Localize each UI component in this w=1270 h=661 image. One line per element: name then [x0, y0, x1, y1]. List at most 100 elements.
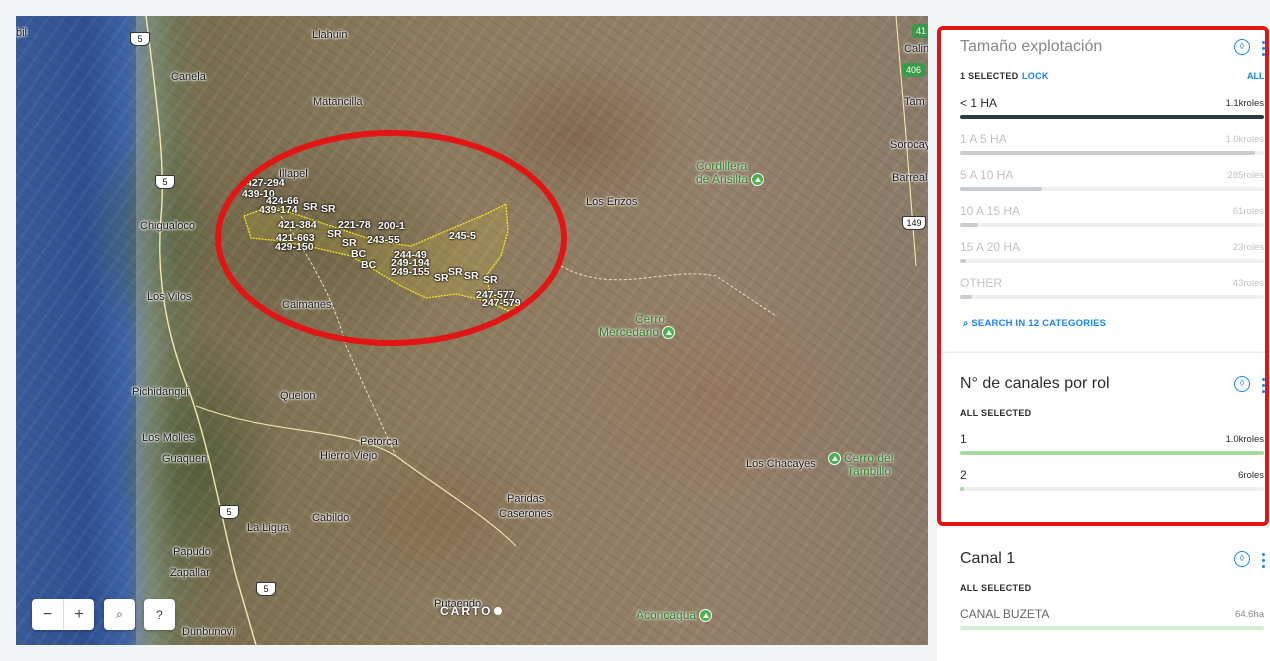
category-bar-track	[960, 223, 1264, 227]
search-button[interactable]: ⌕	[104, 599, 135, 630]
category-name: 5 A 10 HA	[960, 168, 1014, 182]
category-row[interactable]: < 1 HA 1.1kroles	[960, 96, 1264, 126]
color-by-icon[interactable]: ◊	[1234, 376, 1250, 392]
category-bar-track	[960, 451, 1264, 455]
widget-canal-1: Canal 1 ◊ ALL SELECTED CANAL BUZETA 64.6…	[937, 528, 1270, 661]
widget-menu-icon[interactable]	[1261, 378, 1267, 396]
category-value: 285roles	[1227, 170, 1264, 181]
category-value: 43roles	[1232, 278, 1264, 289]
route-shield: 5	[256, 582, 276, 596]
all-button[interactable]: ALL	[1247, 71, 1265, 81]
place-label: Paridas	[507, 493, 545, 505]
mountain-icon	[699, 609, 713, 623]
place-label: Los Chacayes	[746, 458, 816, 470]
category-bar	[960, 259, 967, 263]
category-bar-track	[960, 487, 1264, 491]
place-label: Matancilla	[313, 96, 363, 108]
search-categories-label: SEARCH IN 12 CATEGORIES	[971, 318, 1107, 329]
annotation-ellipse	[215, 130, 567, 346]
category-bar	[960, 295, 973, 299]
widget-canales-por-rol: N° de canales por rol ◊ ALL SELECTED 1 1…	[937, 352, 1270, 522]
widget-title: N° de canales por rol	[960, 375, 1110, 392]
place-label: Cabildo	[312, 512, 350, 524]
category-value: 1.1kroles	[1225, 98, 1264, 109]
category-bar-track	[960, 626, 1264, 630]
place-label: Barreal	[892, 172, 928, 184]
selection-status: 1 SELECTED	[960, 71, 1019, 81]
place-label: Quelon	[280, 390, 316, 402]
place-label: Papudo	[173, 546, 211, 558]
lock-button[interactable]: LOCK	[1022, 71, 1049, 81]
search-categories-link[interactable]: ⌕ SEARCH IN 12 CATEGORIES	[963, 318, 1106, 329]
category-value: 1.0kroles	[1225, 434, 1264, 445]
category-row[interactable]: 5 A 10 HA 285roles	[960, 168, 1264, 198]
zoom-in-button[interactable]: +	[63, 599, 94, 630]
category-bar	[960, 487, 964, 491]
route-shield: 406	[902, 63, 926, 77]
category-name: 2	[960, 468, 967, 482]
place-label: Caserones	[499, 508, 553, 520]
widget-title: Tamaño explotación	[960, 38, 1103, 55]
place-label: Petorca	[360, 436, 398, 448]
peak-label-tambillo: Cerro del Tambillo	[828, 452, 893, 478]
category-bar	[960, 151, 1255, 155]
category-bar-track	[960, 115, 1264, 119]
category-row[interactable]: 2 6roles	[960, 468, 1264, 498]
category-row[interactable]: 1 A 5 HA 1.0kroles	[960, 132, 1264, 162]
category-name: 10 A 15 HA	[960, 204, 1021, 218]
place-label: Sorocay	[890, 139, 928, 151]
route-shield: 149	[902, 216, 926, 230]
search-icon: ⌕	[116, 607, 123, 621]
color-by-icon[interactable]: ◊	[1234, 39, 1250, 55]
place-label: Zapallar	[170, 567, 210, 579]
place-label: bil	[16, 27, 28, 39]
place-label: Dunbunovi	[182, 626, 235, 638]
peak-name-line: Mercedario	[599, 325, 660, 339]
category-row[interactable]: 15 A 20 HA 23roles	[960, 240, 1264, 270]
category-bar	[960, 187, 1043, 191]
category-value: 6roles	[1238, 470, 1264, 481]
selection-status: ALL SELECTED	[960, 408, 1032, 418]
category-row[interactable]: OTHER 43roles	[960, 276, 1264, 306]
widget-menu-icon[interactable]	[1261, 41, 1267, 59]
place-label: Hierro Viejo	[320, 450, 378, 462]
mountain-icon	[828, 452, 841, 466]
peak-label-mercedario: Cerro Mercedario	[599, 313, 676, 340]
zoom-out-button[interactable]: −	[32, 599, 63, 630]
category-bar-track	[960, 295, 1264, 299]
category-row[interactable]: CANAL BUZETA 64.6ha	[960, 607, 1264, 637]
place-label: La Ligua	[247, 522, 290, 534]
category-value: 1.0kroles	[1225, 134, 1264, 145]
mountain-icon	[751, 173, 765, 187]
peak-name-line: Cerro del	[844, 451, 894, 465]
place-label: Los Molles	[142, 432, 195, 444]
widget-title: Canal 1	[960, 550, 1016, 567]
place-label: Pichidangui	[132, 386, 189, 398]
category-value: 61roles	[1232, 206, 1264, 217]
category-row[interactable]: 1 1.0kroles	[960, 432, 1264, 462]
widget-tamano-explotacion: Tamaño explotación ◊ 1 SELECTED LOCK ALL…	[937, 26, 1270, 351]
peak-name-line: de Ansilta	[696, 172, 749, 186]
category-name: 1 A 5 HA	[960, 132, 1007, 146]
category-bar-track	[960, 259, 1264, 263]
route-shield: 41	[912, 24, 928, 38]
category-name: OTHER	[960, 276, 1002, 290]
peak-label-aconcagua: Aconcagua	[636, 608, 713, 623]
map-view[interactable]: 427-294 439-10 424-66 439-174 SR SR 421-…	[16, 16, 928, 645]
widget-menu-icon[interactable]	[1261, 553, 1267, 571]
place-label: Guaquen	[162, 453, 208, 465]
category-bar	[960, 451, 1264, 455]
carto-dot-icon	[494, 607, 503, 615]
zoom-controls: − +	[32, 599, 94, 630]
color-by-icon[interactable]: ◊	[1234, 551, 1250, 567]
category-row[interactable]: 10 A 15 HA 61roles	[960, 204, 1264, 234]
carto-attribution[interactable]: CARTO	[440, 604, 503, 618]
attribution-text: CARTO	[440, 604, 493, 618]
help-button[interactable]: ?	[144, 599, 175, 630]
place-label: Los Erizos	[586, 196, 638, 208]
route-shield: 5	[155, 175, 175, 189]
peak-name: Aconcagua	[636, 608, 697, 622]
category-name: < 1 HA	[960, 96, 998, 110]
peak-name: de Ansilta	[696, 172, 765, 187]
widgets-sidebar: Tamaño explotación ◊ 1 SELECTED LOCK ALL…	[937, 16, 1270, 661]
